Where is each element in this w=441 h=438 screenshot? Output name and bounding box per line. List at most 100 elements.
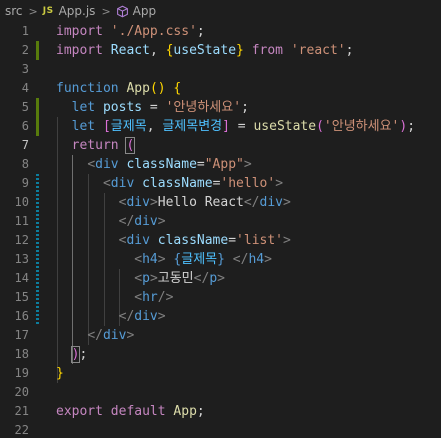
code-token: default [110, 404, 166, 419]
code-token: , [149, 43, 166, 58]
code-text[interactable]: } [56, 364, 64, 383]
line-number: 19 [14, 366, 29, 380]
line-number: 20 [14, 385, 29, 399]
code-line[interactable]: 22 [0, 421, 441, 438]
code-text[interactable]: export default App; [56, 402, 205, 421]
code-text[interactable]: function App() { [56, 79, 181, 98]
javascript-file-icon: JS [42, 6, 54, 16]
code-token: ; [407, 119, 416, 134]
code-token: > [264, 252, 272, 267]
code-line[interactable]: 11 </div> [0, 212, 441, 231]
line-number: 15 [14, 290, 29, 304]
code-token: h4 [248, 252, 265, 267]
code-text[interactable]: return ( [56, 136, 136, 155]
code-token: 글제목 [110, 119, 147, 134]
code-token: > [275, 176, 284, 191]
code-token: className [142, 176, 213, 191]
line-number: 2 [21, 43, 29, 57]
code-token: p [142, 271, 150, 286]
code-token: , [146, 119, 163, 134]
code-line[interactable]: 17 </div> [0, 326, 441, 345]
code-token: div [134, 309, 158, 324]
code-line[interactable]: 2 import React, {useState} from 'react'; [0, 41, 441, 60]
code-line[interactable]: 9 <div className='hello'> [0, 174, 441, 193]
code-line[interactable]: 16 </div> [0, 307, 441, 326]
line-number: 18 [14, 347, 29, 361]
code-text[interactable]: <div>Hello React</div> [56, 193, 291, 212]
code-token: hr [142, 290, 158, 305]
line-number: 7 [21, 138, 29, 152]
code-line[interactable]: 10 <div>Hello React</div> [0, 193, 441, 212]
code-text[interactable]: import React, {useState} from 'react'; [56, 41, 353, 60]
breadcrumb: src > JS App.js > App [0, 0, 441, 22]
code-token: > [149, 271, 158, 286]
code-text[interactable]: <div className='list'> [56, 231, 291, 250]
code-line[interactable]: 1 import './App.css'; [0, 22, 441, 41]
code-line[interactable]: 8 <div className="App"> [0, 155, 441, 174]
code-text[interactable]: <hr/> [56, 288, 173, 307]
code-text[interactable]: ); [56, 345, 87, 364]
code-line[interactable]: 5 let posts = '안녕하세요'; [0, 98, 441, 117]
code-token: div [134, 214, 158, 229]
code-token: ; [345, 43, 354, 58]
code-line[interactable]: 13 <h4> {글제목} </h4> [0, 250, 441, 269]
code-text[interactable]: let posts = '안녕하세요'; [56, 98, 249, 117]
code-line[interactable]: 19} [0, 364, 441, 383]
code-token: </ [193, 271, 210, 286]
code-text[interactable]: </div> [56, 307, 166, 326]
line-number: 22 [14, 423, 29, 437]
code-text[interactable]: <p>고동민</p> [56, 269, 225, 288]
code-line[interactable]: 7 return ( [0, 136, 441, 155]
code-token: > [217, 271, 225, 286]
breadcrumb-folder[interactable]: src [5, 4, 23, 18]
line-number: 10 [14, 195, 29, 209]
code-line[interactable]: 3 [0, 60, 441, 79]
code-token: } [236, 43, 244, 58]
code-line[interactable]: 15 <hr/> [0, 288, 441, 307]
symbol-method-icon [116, 5, 129, 18]
code-text[interactable]: <div className='hello'> [56, 174, 283, 193]
line-number: 8 [21, 157, 29, 171]
code-token: > [157, 252, 166, 267]
code-token: > [283, 233, 291, 248]
code-token: < [134, 271, 143, 286]
code-line[interactable]: 21 export default App; [0, 402, 441, 421]
code-token: > [126, 328, 135, 343]
code-line[interactable]: 12 <div className='list'> [0, 231, 441, 250]
code-token: ( [316, 119, 324, 134]
breadcrumb-file[interactable]: JS App.js [43, 4, 96, 18]
code-text[interactable]: import './App.css'; [56, 22, 205, 41]
code-token: div [259, 195, 283, 210]
code-token: from [251, 43, 284, 58]
code-token: 고동민 [157, 271, 194, 286]
code-token: useState [253, 119, 317, 134]
code-text[interactable]: <div className="App"> [56, 155, 252, 174]
code-token: > [243, 157, 252, 172]
code-token: > [157, 214, 166, 229]
code-text[interactable]: </div> [56, 212, 166, 231]
code-text[interactable]: <h4> {글제목} </h4> [56, 250, 272, 269]
code-text[interactable]: let [글제목, 글제목변경] = useState('안녕하세요'); [56, 117, 415, 136]
code-token: { [173, 81, 182, 96]
code-line[interactable]: 20 [0, 383, 441, 402]
breadcrumb-symbol[interactable]: App [116, 4, 156, 18]
code-text[interactable]: </div> [56, 326, 134, 345]
code-editor[interactable]: 1 import './App.css'; 2 import React, {useS… [0, 22, 441, 438]
line-number: 13 [14, 252, 29, 266]
code-token: posts [102, 100, 143, 115]
code-line[interactable]: 4 function App() { [0, 79, 441, 98]
code-token: export [56, 404, 103, 419]
code-line[interactable]: 14 <p>고동민</p> [0, 269, 441, 288]
code-line[interactable]: 18 ); [0, 345, 441, 364]
code-line[interactable]: 6 let [글제목, 글제목변경] = useState('안녕하세요'); [0, 117, 441, 136]
code-token: return [71, 138, 119, 153]
